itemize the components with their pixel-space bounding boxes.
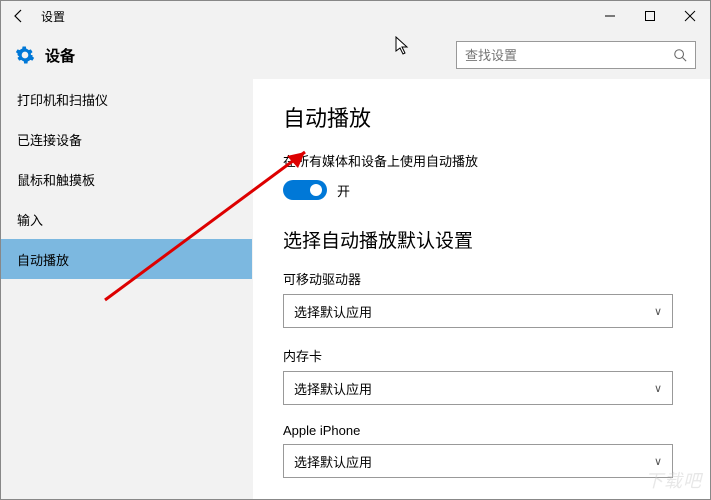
sidebar-item-label: 已连接设备 (17, 130, 82, 149)
field-label-iphone: Apple iPhone (283, 423, 680, 438)
dropdown-value: 选择默认应用 (294, 452, 654, 471)
dropdown-iphone[interactable]: 选择默认应用 ∨ (283, 444, 673, 478)
content: 自动播放 在所有媒体和设备上使用自动播放 开 选择自动播放默认设置 可移动驱动器… (253, 79, 710, 499)
sidebar-item-printers[interactable]: 打印机和扫描仪 (1, 79, 252, 119)
sidebar-item-label: 鼠标和触摸板 (17, 170, 95, 189)
maximize-icon (644, 10, 656, 22)
sidebar-item-typing[interactable]: 输入 (1, 199, 252, 239)
maximize-button[interactable] (630, 1, 670, 31)
sidebar-item-label: 打印机和扫描仪 (17, 90, 108, 109)
chevron-down-icon: ∨ (654, 455, 662, 468)
dropdown-removable[interactable]: 选择默认应用 ∨ (283, 294, 673, 328)
toggle-row: 开 (283, 180, 680, 200)
dropdown-value: 选择默认应用 (294, 379, 654, 398)
settings-window: 设置 设备 打印机和扫描仪 已连接设备 鼠标和触摸板 输入 自动播放 自动播放 (0, 0, 711, 500)
dropdown-memcard[interactable]: 选择默认应用 ∨ (283, 371, 673, 405)
titlebar: 设置 (1, 1, 710, 31)
dropdown-value: 选择默认应用 (294, 302, 654, 321)
sidebar: 打印机和扫描仪 已连接设备 鼠标和触摸板 输入 自动播放 (1, 79, 253, 499)
watermark: 下载吧 (645, 467, 702, 493)
header-title: 设备 (45, 45, 75, 66)
sidebar-item-mouse[interactable]: 鼠标和触摸板 (1, 159, 252, 199)
close-icon (684, 10, 696, 22)
sidebar-item-connected[interactable]: 已连接设备 (1, 119, 252, 159)
close-button[interactable] (670, 1, 710, 31)
sidebar-item-label: 自动播放 (17, 250, 69, 269)
back-arrow-icon (11, 8, 27, 24)
toggle-description: 在所有媒体和设备上使用自动播放 (283, 151, 680, 170)
chevron-down-icon: ∨ (654, 382, 662, 395)
minimize-button[interactable] (590, 1, 630, 31)
minimize-icon (604, 10, 616, 22)
window-title: 设置 (37, 8, 65, 25)
search-input[interactable] (465, 48, 673, 63)
search-icon (673, 48, 687, 62)
section-defaults-title: 选择自动播放默认设置 (283, 226, 680, 253)
page-title: 自动播放 (283, 101, 680, 133)
gear-icon (15, 45, 35, 65)
section-related-title: 相关设置 (283, 496, 680, 499)
sidebar-item-autoplay[interactable]: 自动播放 (1, 239, 252, 279)
toggle-knob (310, 184, 322, 196)
body: 打印机和扫描仪 已连接设备 鼠标和触摸板 输入 自动播放 自动播放 在所有媒体和… (1, 79, 710, 499)
field-label-removable: 可移动驱动器 (283, 269, 680, 288)
toggle-state-label: 开 (337, 181, 350, 200)
autoplay-toggle[interactable] (283, 180, 327, 200)
search-box[interactable] (456, 41, 696, 69)
sidebar-item-label: 输入 (17, 210, 43, 229)
field-label-memcard: 内存卡 (283, 346, 680, 365)
back-button[interactable] (1, 1, 37, 31)
chevron-down-icon: ∨ (654, 305, 662, 318)
header: 设备 (1, 31, 710, 79)
